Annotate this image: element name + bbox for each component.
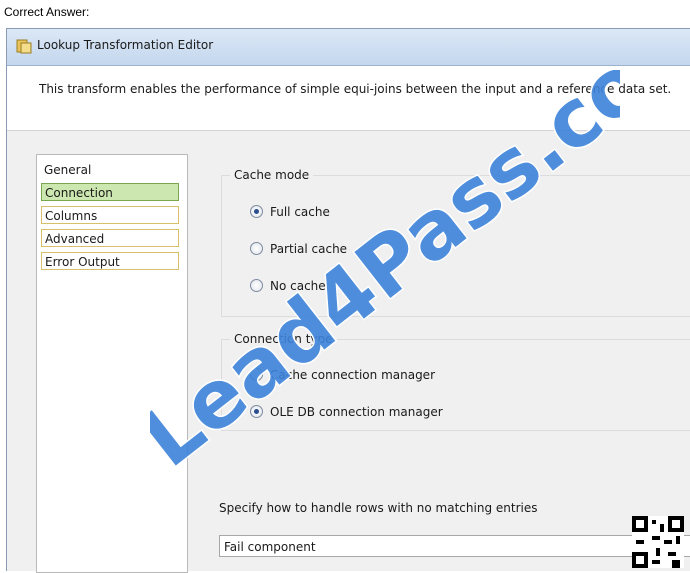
- no-match-dropdown[interactable]: Fail component: [219, 535, 690, 557]
- page-navigation: General Connection Columns Advanced Erro…: [36, 154, 188, 573]
- radio-button-icon[interactable]: [250, 205, 263, 218]
- caption-correct-answer: Correct Answer:: [4, 5, 90, 19]
- radio-cache-connection-manager-label: Cache connection manager: [270, 368, 435, 382]
- qr-code-icon: [632, 516, 684, 568]
- radio-button-icon[interactable]: [250, 368, 263, 381]
- title-bar[interactable]: Lookup Transformation Editor: [7, 29, 690, 66]
- radio-button-icon[interactable]: [250, 405, 263, 418]
- nav-item-connection[interactable]: Connection: [41, 183, 179, 201]
- lookup-transform-icon: [16, 39, 32, 54]
- cache-mode-title: Cache mode: [230, 168, 314, 182]
- radio-button-icon[interactable]: [250, 242, 263, 255]
- radio-partial-cache-label: Partial cache: [270, 242, 348, 256]
- radio-no-cache-label: No cache: [270, 279, 326, 293]
- transform-description: This transform enables the performance o…: [39, 82, 672, 96]
- nav-item-general[interactable]: General: [41, 161, 179, 179]
- nav-item-advanced[interactable]: Advanced: [41, 229, 179, 247]
- radio-button-icon[interactable]: [250, 279, 263, 292]
- connection-type-title: Connection type: [230, 332, 337, 346]
- no-match-label: Specify how to handle rows with no match…: [219, 501, 538, 515]
- radio-full-cache-label: Full cache: [270, 205, 330, 219]
- lookup-editor-window: Lookup Transformation Editor This transf…: [6, 28, 690, 573]
- header-band: This transform enables the performance o…: [7, 66, 690, 131]
- window-title: Lookup Transformation Editor: [37, 38, 214, 52]
- radio-ole-db-connection-manager-label: OLE DB connection manager: [270, 405, 443, 419]
- nav-item-columns[interactable]: Columns: [41, 206, 179, 224]
- nav-item-error-output[interactable]: Error Output: [41, 252, 179, 270]
